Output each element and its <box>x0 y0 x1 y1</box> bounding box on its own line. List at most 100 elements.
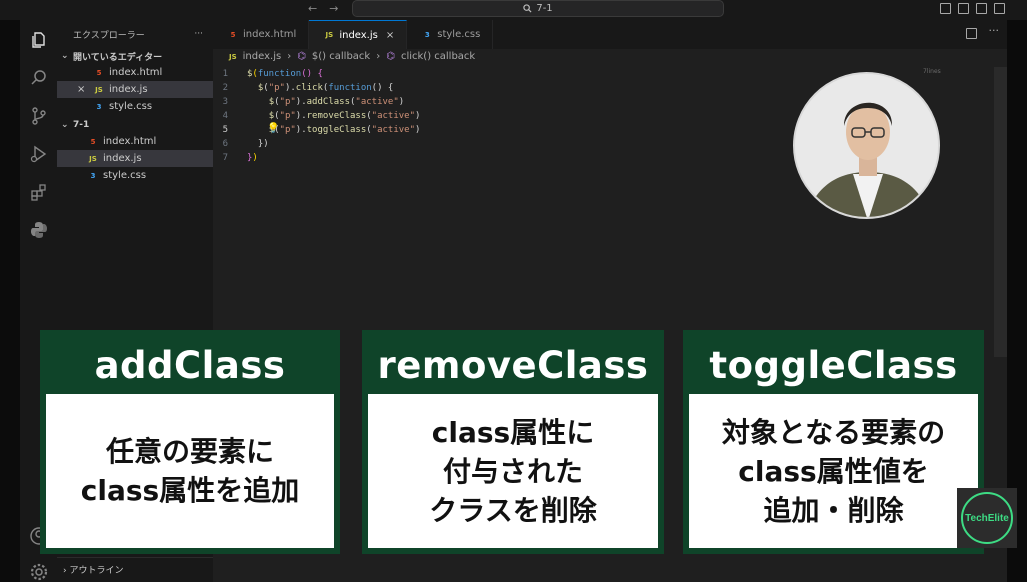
code-line: 5 $("p").toggleClass("active") <box>213 123 421 137</box>
more-actions-icon[interactable]: ··· <box>194 29 203 39</box>
forward-arrow-icon[interactable]: → <box>329 2 338 15</box>
close-icon[interactable]: × <box>77 84 91 95</box>
code-line: 4 $("p").removeClass("active") <box>213 109 421 123</box>
open-editors-section[interactable]: ⌄ 開いているエディター <box>57 48 213 64</box>
search-text: 7-1 <box>536 3 553 14</box>
open-editor-item[interactable]: × JS index.js <box>57 81 213 98</box>
code-text: }) <box>247 153 258 163</box>
outline-title: アウトライン <box>69 566 124 576</box>
file-name: index.html <box>109 67 163 78</box>
toggle-panel-icon[interactable] <box>958 3 969 14</box>
code-line: 2 $("p").click(function() { <box>213 81 420 95</box>
source-control-icon[interactable] <box>29 106 49 126</box>
back-arrow-icon[interactable]: ← <box>308 2 317 15</box>
line-number: 4 <box>222 111 228 121</box>
file-item[interactable]: 3 style.css <box>57 167 213 184</box>
file-item[interactable]: 5 index.html <box>57 133 213 150</box>
split-editor-icon[interactable] <box>966 28 977 39</box>
code-text: $("p").addClass("active") <box>268 97 405 107</box>
customize-layout-icon[interactable] <box>994 3 1005 14</box>
open-editors-title: 開いているエディター <box>73 52 163 63</box>
css-file-icon: 3 <box>90 171 96 180</box>
open-editor-item[interactable]: 3 style.css <box>57 98 213 115</box>
chevron-down-icon: ⌄ <box>61 51 69 61</box>
open-editor-item[interactable]: 5 index.html <box>57 64 213 81</box>
code-line: 3 $("p").addClass("active") <box>213 95 420 109</box>
toggle-primary-sidebar-icon[interactable] <box>940 3 951 14</box>
tab-style-css[interactable]: 3 style.css <box>407 20 494 49</box>
card-title: addClass <box>94 343 286 387</box>
run-debug-icon[interactable] <box>29 144 49 164</box>
file-item[interactable]: JS index.js <box>57 150 213 167</box>
explorer-title: エクスプローラー <box>73 30 145 41</box>
nav-arrows: ← → <box>308 2 338 15</box>
editor-scrollbar[interactable] <box>994 67 1007 357</box>
card-text: class属性に 付与された クラスを削除 <box>429 415 597 527</box>
logo-text: TechElite <box>965 512 1009 524</box>
folder-section[interactable]: ⌄ 7-1 <box>57 117 213 133</box>
title-bar: ← → 7-1 <box>0 0 1027 20</box>
breadcrumb-item[interactable]: $() callback <box>312 51 370 62</box>
file-name: style.css <box>109 101 153 112</box>
lightbulb-icon[interactable]: 💡 <box>267 123 279 134</box>
explorer-header: エクスプローラー ··· <box>57 20 213 48</box>
extensions-icon[interactable] <box>29 182 49 202</box>
command-center-search[interactable]: 7-1 <box>352 0 724 17</box>
search-icon <box>523 4 532 13</box>
line-number: 2 <box>222 83 228 93</box>
close-icon[interactable]: × <box>386 30 394 41</box>
card-title: removeClass <box>377 343 649 387</box>
card-removeclass: removeClass class属性に 付与された クラスを削除 <box>362 330 664 554</box>
chevron-down-icon: ⌄ <box>61 120 69 130</box>
code-editor[interactable]: 1 $(function() { 2 $("p").click(function… <box>213 67 421 165</box>
explorer-icon[interactable] <box>29 30 49 50</box>
card-toggleclass: toggleClass 対象となる要素の class属性値を 追加・削除 <box>683 330 984 554</box>
card-body: 対象となる要素の class属性値を 追加・削除 <box>689 394 978 548</box>
code-line: 1 $(function() { <box>213 67 420 81</box>
editor-tabs: 5 index.html JS index.js × 3 style.css <box>213 20 1007 49</box>
card-body: class属性に 付与された クラスを削除 <box>368 394 658 548</box>
js-file-icon: JS <box>89 154 97 163</box>
code-text: $("p").removeClass("active") <box>268 111 421 121</box>
line-number: 6 <box>222 139 228 149</box>
card-title: toggleClass <box>709 343 958 387</box>
code-text: $(function() { <box>247 69 323 79</box>
tab-label: index.html <box>243 29 297 40</box>
logo-ring: TechElite <box>961 492 1013 544</box>
tab-label: index.js <box>339 29 378 41</box>
code-text: }) <box>247 139 269 149</box>
js-file-icon: JS <box>229 52 237 61</box>
js-file-icon: JS <box>95 85 103 94</box>
css-file-icon: 3 <box>424 30 430 39</box>
card-text: 対象となる要素の class属性値を 追加・削除 <box>721 415 946 527</box>
toggle-secondary-sidebar-icon[interactable] <box>976 3 987 14</box>
html-file-icon: 5 <box>230 30 236 39</box>
line-number: 3 <box>222 97 228 107</box>
more-actions-icon[interactable]: ··· <box>989 24 1000 37</box>
card-body: 任意の要素に class属性を追加 <box>46 394 334 548</box>
search-icon[interactable] <box>29 68 49 88</box>
line-number: 5 <box>222 125 228 135</box>
line-number: 7 <box>222 153 228 163</box>
gear-icon[interactable] <box>29 562 49 582</box>
file-name: index.html <box>103 136 157 147</box>
file-name: index.js <box>103 153 142 164</box>
html-file-icon: 5 <box>90 137 96 146</box>
layout-controls <box>940 3 1005 14</box>
sidebar-bottom-sections: › アウトライン <box>57 557 213 582</box>
breadcrumb-item[interactable]: index.js <box>243 51 282 62</box>
symbol-icon: ⌬ <box>297 51 306 62</box>
breadcrumb-item[interactable]: click() callback <box>401 51 475 62</box>
tab-index-js[interactable]: JS index.js × <box>309 20 408 49</box>
chevron-right-icon: › <box>287 51 292 62</box>
symbol-icon: ⌬ <box>386 51 395 62</box>
tab-label: style.css <box>437 29 481 40</box>
channel-logo: TechElite <box>957 488 1017 548</box>
presenter-webcam <box>793 72 940 219</box>
python-icon[interactable] <box>29 220 49 240</box>
minimap-label: 7lines <box>923 68 941 75</box>
presenter-portrait <box>795 74 938 217</box>
outline-section[interactable]: › アウトライン <box>63 563 124 576</box>
js-file-icon: JS <box>325 31 334 39</box>
tab-index-html[interactable]: 5 index.html <box>213 20 310 49</box>
